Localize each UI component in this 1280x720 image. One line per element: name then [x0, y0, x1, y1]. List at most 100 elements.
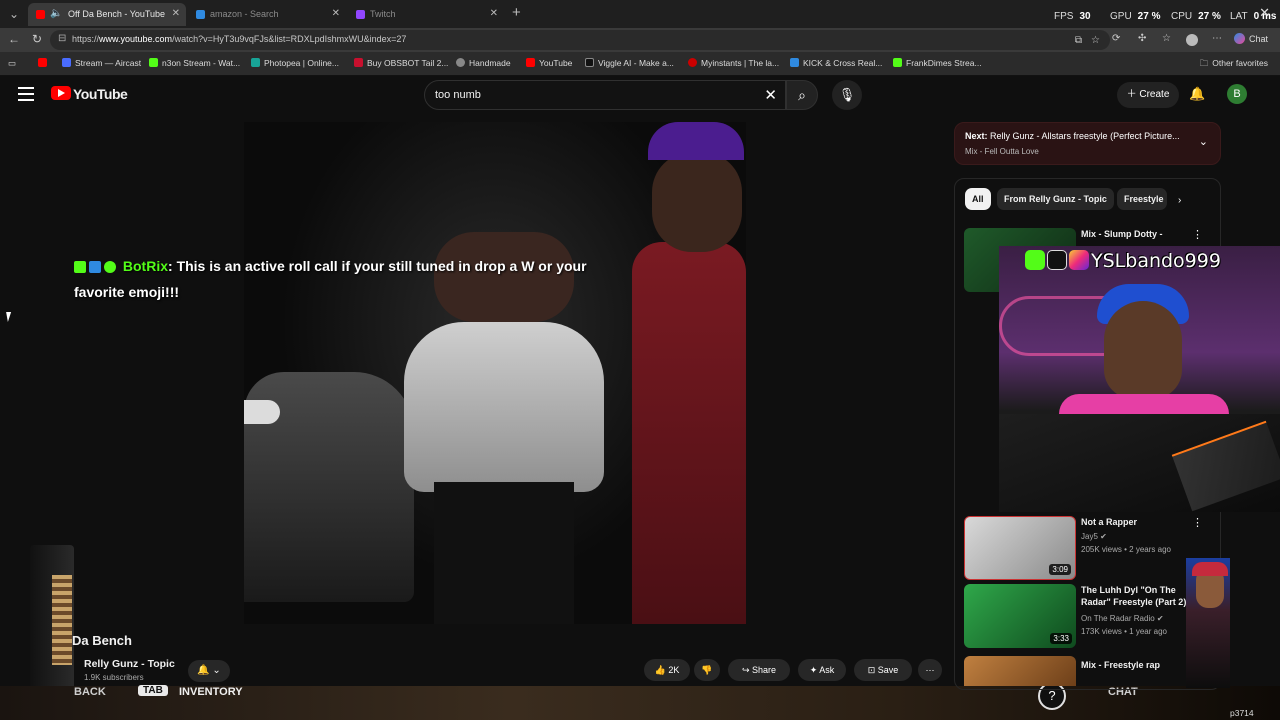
create-button[interactable]: ＋ Create [1117, 82, 1179, 108]
related-video-item[interactable]: 3:33 The Luhh Dyl "On The Radar" Freesty… [964, 584, 1204, 648]
tiktok-icon [1047, 250, 1067, 270]
share-button[interactable]: ↪ Share [728, 659, 790, 681]
fps-readout: FPS 30 [1054, 11, 1091, 22]
bookmark-photopea[interactable]: Photopea | Online... [251, 58, 339, 68]
youtube-favicon-icon [36, 10, 45, 19]
like-button[interactable]: 👍 2K [644, 659, 690, 681]
game-code-label: p3714 [1230, 708, 1254, 718]
bookmark-aircast[interactable]: Stream — Aircast [62, 58, 141, 68]
chip-from-relly-gunz[interactable]: From Relly Gunz - Topic [997, 188, 1114, 210]
bookmark-kick-cross[interactable]: KICK & Cross Real... [790, 58, 882, 68]
close-tab-icon[interactable]: ✕ [172, 3, 180, 25]
bookmark-myinstants[interactable]: Myinstants | The la... [688, 58, 779, 68]
video-thumbnail[interactable]: 3:09 [964, 516, 1076, 580]
other-favorites-folder[interactable]: 🗀 Other favorites [1200, 58, 1268, 72]
video-thumbnail[interactable]: 3:33 [964, 584, 1076, 648]
refresh-extension-icon[interactable]: ⟳ [1112, 33, 1120, 44]
notifications-bell-icon[interactable]: 🔔 [1189, 86, 1205, 102]
youtube-logo-icon[interactable] [51, 86, 71, 100]
gpu-readout: GPU 27 % [1110, 11, 1161, 22]
search-button[interactable]: ⌕ [786, 80, 818, 110]
back-arrow-icon[interactable]: ← [8, 32, 20, 46]
twitch-favicon-icon [356, 10, 365, 19]
cloud-icon [790, 58, 799, 67]
favorites-icon[interactable]: ☆ [1162, 33, 1171, 44]
related-video-title[interactable]: The Luhh Dyl "On The Radar" Freestyle (P… [1081, 584, 1193, 608]
close-tab-icon[interactable]: ✕ [490, 3, 498, 25]
related-video-title[interactable]: Mix - Slump Dotty - [1081, 228, 1193, 240]
youtube-logo-text[interactable]: YouTube [73, 86, 128, 102]
open-in-app-icon[interactable]: ⧉ [1075, 35, 1082, 46]
more-actions-button[interactable]: ⋯ [918, 659, 942, 681]
bookmark-frankdimes[interactable]: FrankDimes Strea... [893, 58, 982, 68]
profile-avatar-icon[interactable] [1186, 34, 1198, 46]
tab-twitch[interactable]: Twitch ✕ [348, 3, 504, 26]
ellipsis-icon: ⋯ [925, 665, 935, 675]
search-icon: ⌕ [798, 87, 806, 103]
sparkle-icon: ✦ [809, 665, 820, 675]
notification-preferences-button[interactable]: 🔔 ⌄ [188, 660, 230, 682]
bot-badge-icon [89, 261, 101, 273]
secondary-webcam-overlay [1186, 558, 1230, 688]
ask-button[interactable]: ✦ Ask [798, 659, 846, 681]
chip-all[interactable]: All [965, 188, 991, 210]
bookmark-youtube-2[interactable]: YouTube [526, 58, 572, 68]
voice-search-button[interactable]: 🎙 [832, 80, 862, 110]
site-info-icon[interactable]: ⊟ [58, 33, 66, 44]
more-vert-icon[interactable]: ⋮ [1192, 228, 1203, 241]
mouse-cursor-icon [6, 312, 13, 322]
kick-icon [893, 58, 902, 67]
reading-list-icon[interactable]: ▭ [8, 58, 16, 69]
related-video-channel[interactable]: On The Radar Radio ✔ [1081, 614, 1164, 623]
channel-name[interactable]: Relly Gunz - Topic [84, 658, 175, 670]
copilot-chat-button[interactable]: Chat [1233, 33, 1268, 44]
related-video-item[interactable]: Mix - Freestyle rap [964, 656, 1204, 686]
tab-youtube[interactable]: 🔈 Off Da Bench - YouTube ✕ [28, 3, 186, 26]
extensions-icon[interactable]: ✣ [1138, 33, 1146, 44]
bookmark-n3on-stream[interactable]: n3on Stream - Wat... [149, 58, 240, 68]
guide-menu-icon[interactable] [18, 87, 34, 101]
clear-search-icon[interactable]: ✕ [764, 86, 777, 104]
bookmark-icon: ⊡ [867, 665, 878, 675]
favorite-star-icon[interactable]: ☆ [1091, 35, 1100, 46]
related-video-item[interactable]: 3:09 Not a Rapper Jay5 ✔ 205K views • 2 … [964, 516, 1204, 580]
refresh-icon[interactable]: ↻ [32, 32, 42, 46]
tab-amazon-search[interactable]: amazon - Search ✕ [188, 3, 346, 26]
account-avatar[interactable]: B [1227, 84, 1247, 104]
bookmark-obsbot[interactable]: Buy OBSBOT Tail 2... [354, 58, 448, 68]
more-options-icon[interactable]: ⋯ [1212, 33, 1222, 44]
window-close-icon[interactable]: ✕ [1259, 5, 1270, 21]
photopea-icon [251, 58, 260, 67]
tab-actions-menu-icon[interactable]: ⌄ [4, 4, 24, 24]
aircast-icon [62, 58, 71, 67]
video-player[interactable] [244, 122, 746, 624]
video-thumbnail[interactable] [964, 656, 1076, 686]
more-vert-icon[interactable]: ⋮ [1192, 516, 1203, 529]
related-video-title[interactable]: Mix - Freestyle rap [1081, 659, 1193, 671]
viggle-icon [585, 58, 594, 67]
microphone-icon: 🎙 [838, 87, 856, 102]
game-back-label: BACK [74, 686, 106, 698]
save-button[interactable]: ⊡ Save [854, 659, 912, 681]
bookmark-handmade[interactable]: Handmade [456, 58, 511, 68]
related-video-title[interactable]: Not a Rapper [1081, 516, 1193, 528]
speaker-icon[interactable]: 🔈 [50, 3, 62, 25]
chevron-right-icon[interactable]: › [1178, 195, 1181, 206]
browser-tab-strip: ⌄ 🔈 Off Da Bench - YouTube ✕ amazon - Se… [0, 0, 1280, 28]
thumbs-down-icon: 👎 [701, 665, 713, 675]
related-video-channel[interactable]: Jay5 ✔ [1081, 532, 1107, 541]
search-input[interactable]: too numb ✕ [424, 80, 786, 110]
close-tab-icon[interactable]: ✕ [332, 3, 340, 25]
url-field[interactable]: ⊟ https://www.youtube.com/watch?v=HyT3u9… [50, 30, 1110, 50]
up-next-card[interactable]: Next: Relly Gunz - Allstars freestyle (P… [954, 122, 1221, 165]
dislike-button[interactable]: 👎 [694, 659, 720, 681]
chevron-down-icon[interactable]: ⌄ [1199, 135, 1208, 148]
verified-icon: ✔ [1156, 614, 1164, 623]
chip-freestyle[interactable]: Freestyle [1117, 188, 1167, 210]
video-duration: 3:09 [1049, 564, 1071, 575]
tab-title: Twitch [370, 9, 396, 19]
bookmark-youtube[interactable] [38, 58, 51, 68]
bookmark-viggle[interactable]: Viggle AI - Make a... [585, 58, 674, 68]
new-tab-button[interactable]: + [512, 4, 521, 22]
thumbs-up-icon: 👍 [654, 665, 669, 675]
